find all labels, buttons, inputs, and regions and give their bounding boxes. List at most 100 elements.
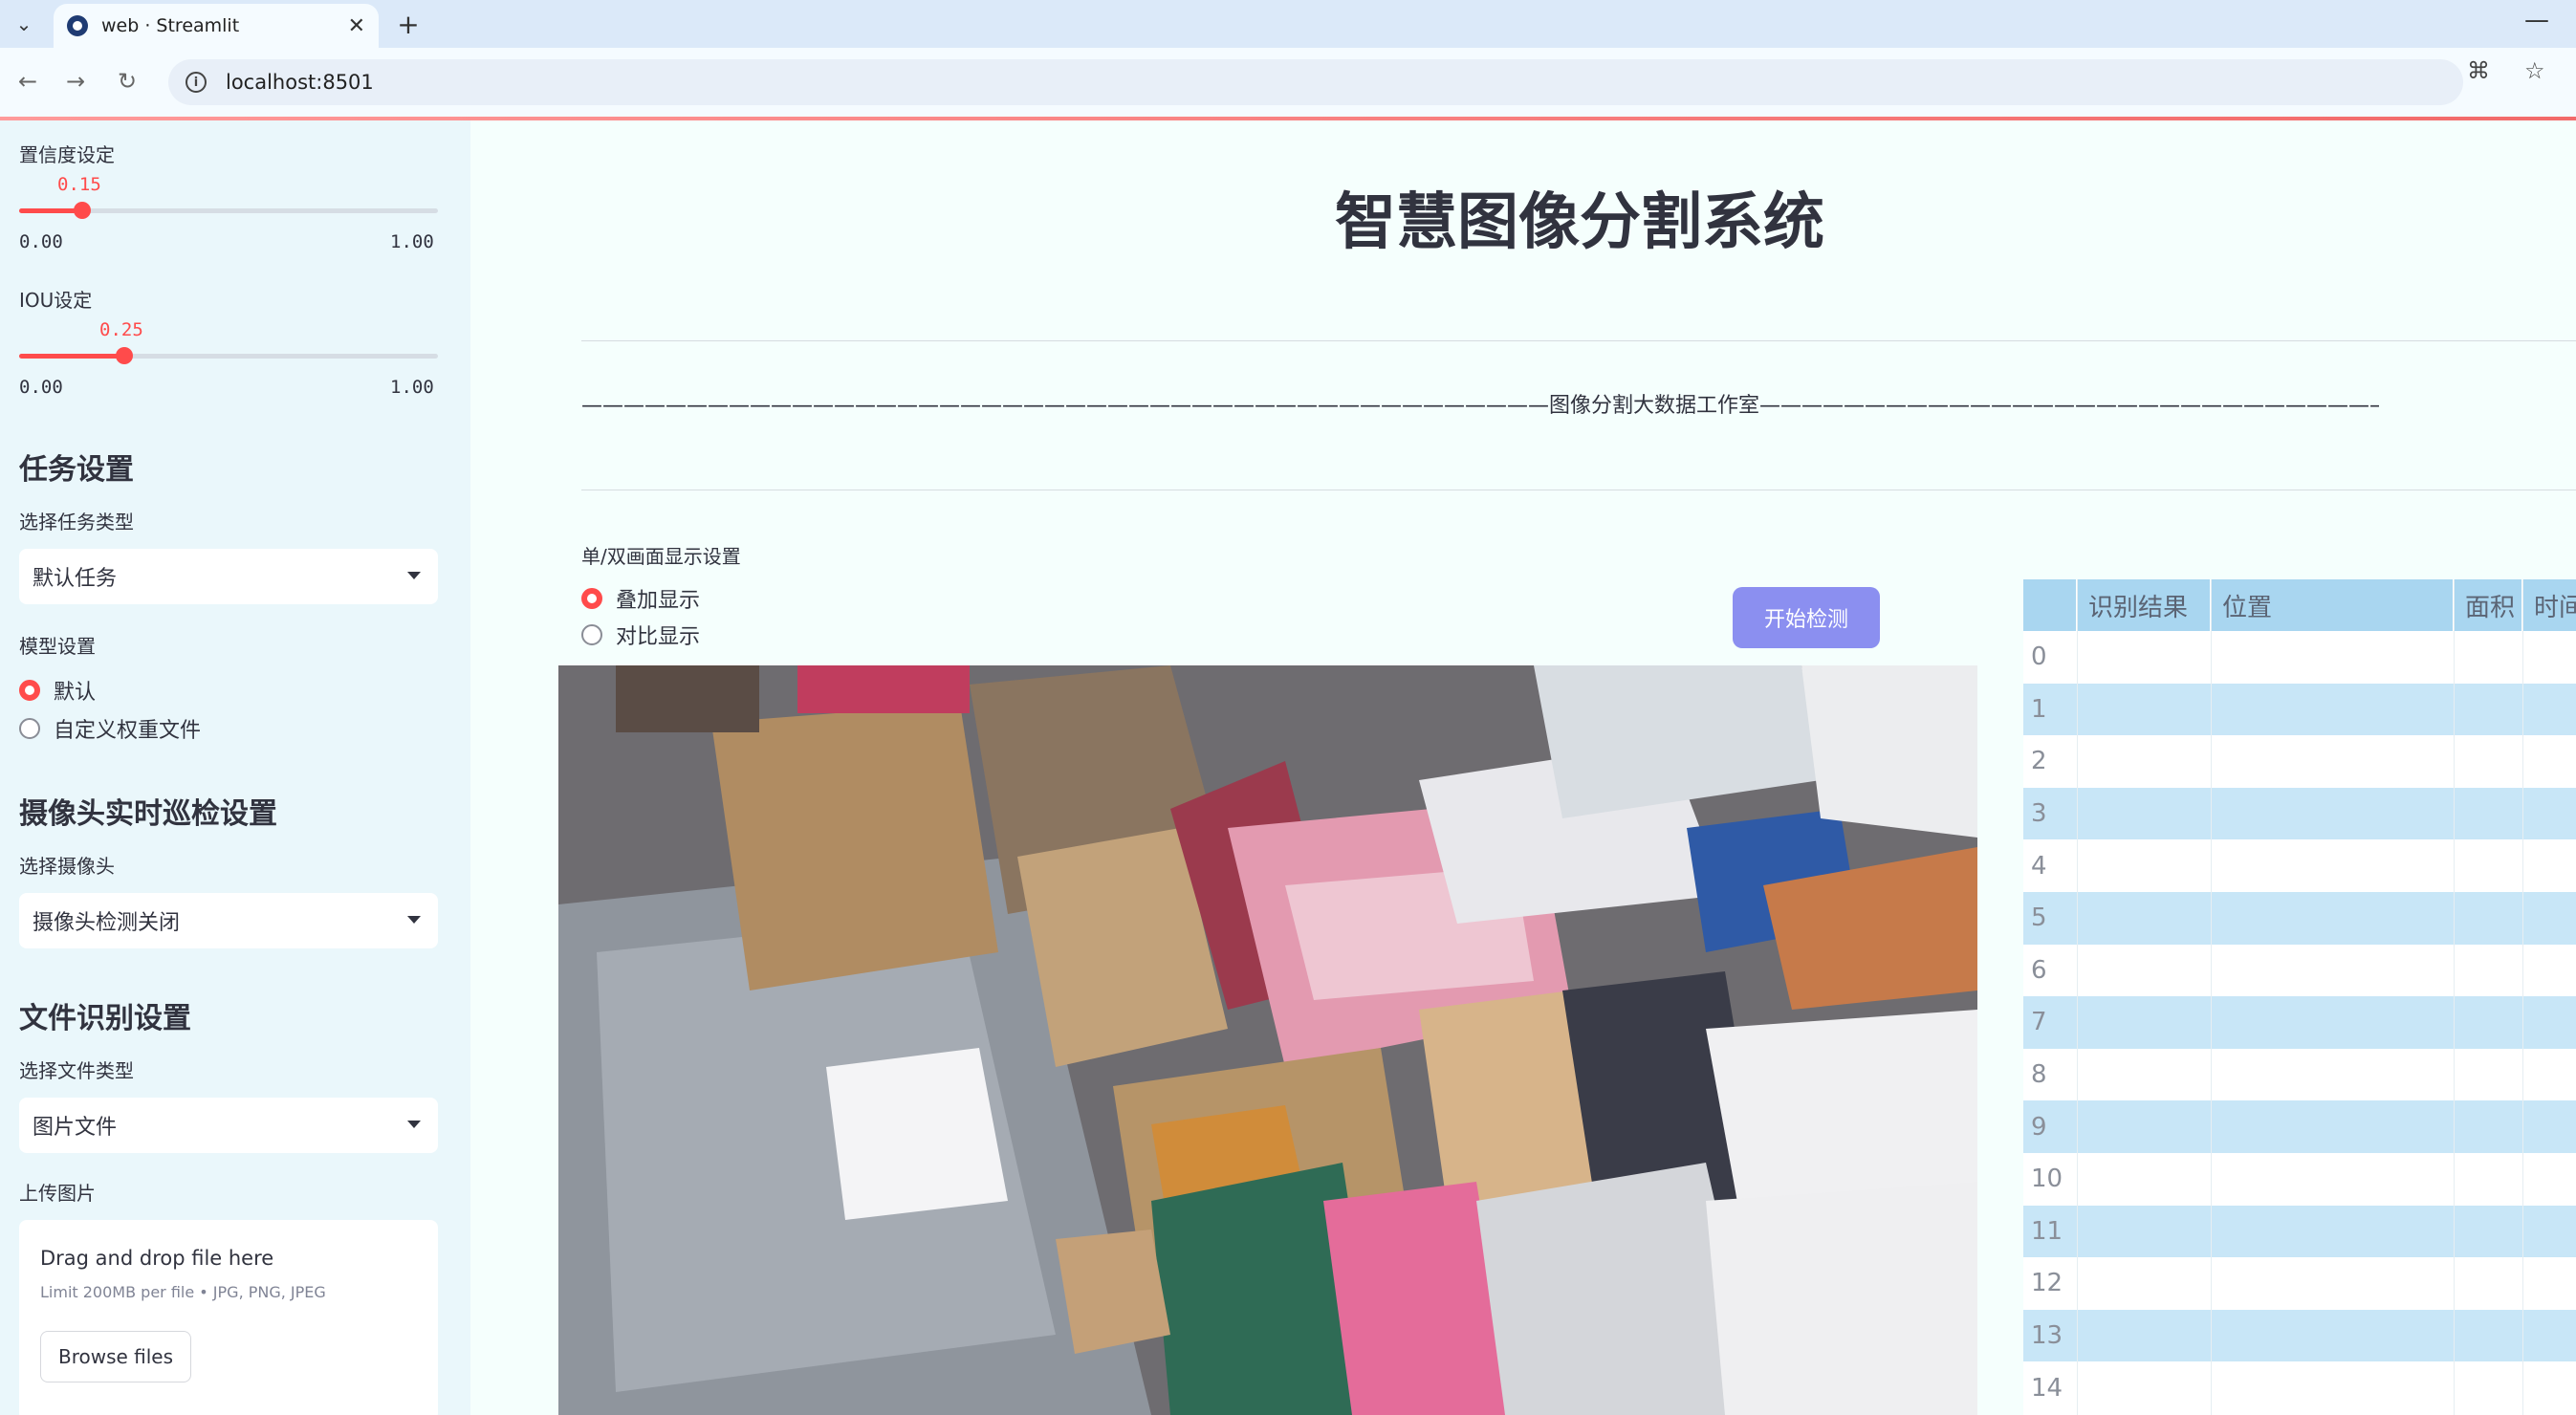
- table-row[interactable]: 9: [2023, 1100, 2576, 1153]
- chevron-down-icon: [407, 916, 421, 924]
- row-index: 3: [2031, 799, 2047, 829]
- row-index: 6: [2031, 955, 2047, 985]
- row-index: 13: [2031, 1321, 2063, 1351]
- camera-select[interactable]: 摄像头检测关闭: [19, 893, 438, 948]
- tab-bar: ⌄ web · Streamlit ✕ + —: [0, 0, 2576, 48]
- reload-icon[interactable]: ↻: [111, 65, 143, 98]
- upload-limit-text: Limit 200MB per file • JPG, PNG, JPEG: [40, 1283, 326, 1301]
- streamlit-favicon-icon: [67, 15, 88, 36]
- column-divider: [2454, 579, 2455, 1415]
- page-title: 智慧图像分割系统: [1335, 187, 1824, 258]
- row-index: 1: [2031, 694, 2047, 724]
- table-row[interactable]: 5: [2023, 892, 2576, 945]
- table-row[interactable]: 7: [2023, 996, 2576, 1049]
- model-option-custom: 自定义权重文件: [54, 719, 202, 743]
- iou-value: 0.25: [99, 319, 143, 340]
- close-icon[interactable]: ✕: [348, 14, 365, 38]
- table-row[interactable]: 14: [2023, 1361, 2576, 1414]
- iou-slider-thumb[interactable]: [115, 347, 133, 364]
- row-index: 8: [2031, 1060, 2047, 1090]
- divider-top: [581, 340, 2576, 341]
- table-row[interactable]: 11: [2023, 1205, 2576, 1258]
- iou-min: 0.00: [19, 377, 63, 398]
- browser-tab[interactable]: web · Streamlit ✕: [54, 4, 379, 48]
- forward-icon[interactable]: →: [59, 65, 92, 98]
- row-index: 11: [2031, 1216, 2063, 1246]
- confidence-label: 置信度设定: [19, 143, 115, 166]
- confidence-min: 0.00: [19, 231, 63, 252]
- table-row[interactable]: 2: [2023, 735, 2576, 788]
- display-mode-label: 单/双画面显示设置: [581, 545, 741, 568]
- url-text[interactable]: localhost:8501: [226, 71, 374, 94]
- row-index: 10: [2031, 1165, 2063, 1194]
- translate-icon[interactable]: ⌘: [2467, 57, 2490, 84]
- iou-label: IOU设定: [19, 289, 93, 312]
- start-detection-button[interactable]: 开始检测: [1733, 587, 1880, 648]
- confidence-slider[interactable]: [19, 202, 438, 219]
- row-index: 5: [2031, 903, 2047, 933]
- table-row[interactable]: 8: [2023, 1049, 2576, 1101]
- table-header-area[interactable]: 面积: [2454, 579, 2522, 631]
- chevron-down-icon[interactable]: ⌄: [8, 8, 40, 40]
- tab-title: web · Streamlit: [101, 15, 240, 36]
- navigation-bar: ← → ↻ i localhost:8501 ⌘ ☆: [0, 48, 2576, 117]
- row-index: 0: [2031, 642, 2047, 672]
- column-divider: [2522, 579, 2523, 1415]
- info-icon[interactable]: i: [186, 72, 207, 93]
- table-header-result[interactable]: 识别结果: [2077, 579, 2211, 631]
- star-icon[interactable]: ☆: [2524, 57, 2545, 84]
- table-row[interactable]: 12: [2023, 1257, 2576, 1310]
- chevron-down-icon: [407, 1121, 421, 1128]
- table-row[interactable]: 3: [2023, 787, 2576, 840]
- iou-slider[interactable]: [19, 347, 438, 364]
- table-header-time[interactable]: 时间: [2522, 579, 2576, 631]
- sidebar: 置信度设定 0.15 0.00 1.00 IOU设定 0.25 0.00 1.0…: [0, 120, 470, 1415]
- confidence-slider-thumb[interactable]: [73, 202, 91, 219]
- camera-settings-header: 摄像头实时巡检设置: [19, 797, 277, 831]
- radio-selected-icon[interactable]: [19, 680, 40, 701]
- confidence-slider-fill: [19, 208, 82, 213]
- radio-unselected-icon[interactable]: [19, 718, 40, 739]
- column-divider: [2211, 579, 2212, 1415]
- row-index: 4: [2031, 851, 2047, 881]
- table-header-position[interactable]: 位置: [2211, 579, 2454, 631]
- upload-label: 上传图片: [19, 1182, 96, 1205]
- display-radio-overlay[interactable]: 叠加显示: [581, 583, 700, 614]
- address-bar[interactable]: i localhost:8501: [168, 59, 2463, 105]
- table-row[interactable]: 10: [2023, 1153, 2576, 1206]
- table-row[interactable]: 6: [2023, 945, 2576, 997]
- results-table[interactable]: 识别结果 位置 面积 时间 0 1 2 3 4 5 6 7 8 9 10 11 12 13 14: [2023, 579, 2576, 1415]
- model-radio-default[interactable]: 默认: [19, 675, 96, 706]
- plus-icon[interactable]: +: [392, 8, 425, 40]
- table-header-index: [2023, 579, 2077, 631]
- table-row[interactable]: 1: [2023, 683, 2576, 736]
- file-type-label: 选择文件类型: [19, 1059, 134, 1082]
- back-icon[interactable]: ←: [11, 65, 44, 98]
- table-row[interactable]: 0: [2023, 631, 2576, 684]
- display-radio-compare[interactable]: 对比显示: [581, 620, 700, 650]
- detection-image: [558, 665, 1977, 1415]
- browse-files-button[interactable]: Browse files: [40, 1331, 191, 1382]
- model-radio-custom[interactable]: 自定义权重文件: [19, 713, 201, 744]
- row-index: 14: [2031, 1373, 2063, 1403]
- upload-dropzone-title: Drag and drop file here: [40, 1247, 274, 1270]
- omnibox-actions: ⌘ ☆: [2467, 48, 2576, 94]
- display-option-compare: 对比显示: [616, 625, 701, 649]
- row-index: 12: [2031, 1269, 2063, 1298]
- radio-unselected-icon[interactable]: [581, 624, 602, 645]
- file-type-select[interactable]: 图片文件: [19, 1098, 438, 1153]
- model-option-default: 默认: [54, 681, 97, 705]
- row-index: 2: [2031, 747, 2047, 776]
- table-row[interactable]: 13: [2023, 1309, 2576, 1362]
- file-settings-header: 文件识别设置: [19, 1002, 191, 1035]
- minimize-icon[interactable]: —: [2524, 6, 2549, 34]
- task-type-value: 默认任务: [33, 567, 118, 591]
- task-type-select[interactable]: 默认任务: [19, 549, 438, 604]
- file-uploader-dropzone[interactable]: Drag and drop file here Limit 200MB per …: [19, 1220, 438, 1415]
- parcels-photo: [558, 665, 1977, 1415]
- chevron-down-icon: [407, 572, 421, 579]
- radio-selected-icon[interactable]: [581, 588, 602, 609]
- task-type-label: 选择任务类型: [19, 511, 134, 533]
- camera-select-label: 选择摄像头: [19, 855, 115, 878]
- table-row[interactable]: 4: [2023, 839, 2576, 892]
